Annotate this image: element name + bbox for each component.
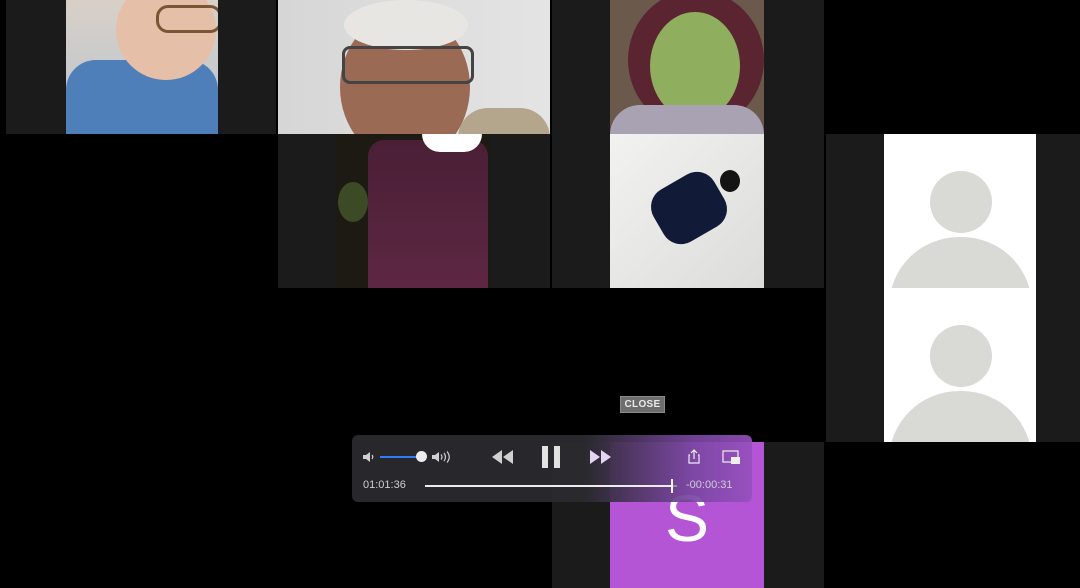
media-player-controls: 01:01:36 -00:00:31 <box>352 435 752 502</box>
video-tile-3[interactable] <box>552 0 824 134</box>
video-tile-5[interactable] <box>552 134 824 288</box>
avatar-placeholder-2 <box>884 288 1036 442</box>
shoulder-shape <box>458 108 550 134</box>
sweater-shape <box>610 105 764 134</box>
video-tile-1[interactable] <box>6 0 276 134</box>
remaining-time: -00:00:31 <box>686 479 733 491</box>
picture-in-picture-icon[interactable] <box>720 448 742 466</box>
avatar-body-icon <box>889 237 1032 288</box>
figure-head-shape <box>720 170 740 192</box>
coat-shape <box>368 140 488 288</box>
video-tile-4[interactable] <box>278 134 550 288</box>
participant-video-4 <box>336 134 490 288</box>
volume-slider-knob[interactable] <box>415 451 427 462</box>
participant-video-5 <box>610 134 764 288</box>
video-tile-6[interactable] <box>826 134 1080 288</box>
glasses-shape <box>156 5 218 33</box>
close-button[interactable]: CLOSE <box>620 396 665 413</box>
face-shape <box>650 12 740 120</box>
plant-shape <box>338 182 368 222</box>
pause-icon[interactable] <box>540 445 562 469</box>
avatar-placeholder-1 <box>884 134 1036 288</box>
participant-video-1 <box>66 0 218 134</box>
elapsed-time: 01:01:36 <box>363 479 406 491</box>
avatar-head-icon <box>930 171 992 233</box>
avatar-body-icon <box>889 391 1032 442</box>
volume-high-icon[interactable] <box>430 449 452 465</box>
volume-low-icon[interactable] <box>361 449 377 465</box>
head-cover-shape <box>422 134 482 152</box>
glasses-shape <box>342 46 474 84</box>
share-icon[interactable] <box>686 447 702 465</box>
video-tile-2[interactable] <box>278 0 550 134</box>
progress-playhead[interactable] <box>670 479 673 493</box>
avatar-head-icon <box>930 325 992 387</box>
participant-video-2 <box>278 0 550 134</box>
participant-video-3 <box>610 0 764 134</box>
fast-forward-icon[interactable] <box>588 447 614 467</box>
video-tile-7[interactable] <box>826 288 1080 442</box>
rewind-icon[interactable] <box>489 447 515 467</box>
progress-track[interactable] <box>425 479 677 493</box>
progress-fill <box>425 485 672 487</box>
hair-shape <box>344 0 468 50</box>
